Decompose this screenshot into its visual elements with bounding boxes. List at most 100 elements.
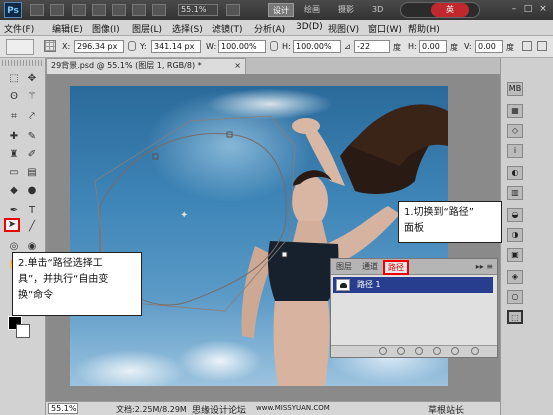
tab-layers[interactable]: 图层 [333, 261, 355, 274]
dodge-icon[interactable]: ● [24, 184, 40, 198]
menu-edit[interactable]: 编辑(E) [52, 22, 83, 35]
history-brush-icon[interactable]: ✐ [24, 148, 40, 162]
status-bar: 55.1% 文档:2.25M/8.29M 思缘设计论坛 www.MISSYUAN… [46, 401, 500, 415]
stroke-path-icon[interactable] [397, 347, 405, 355]
menu-view[interactable]: 视图(V) [328, 22, 359, 35]
close-button[interactable]: × [537, 4, 549, 15]
vskew-label: V: [464, 42, 472, 51]
eyedropper-icon[interactable]: ⤤ [24, 110, 40, 124]
blur-icon[interactable]: ◆ [6, 184, 22, 198]
guides-icon[interactable] [72, 4, 86, 16]
workspace-photography[interactable]: 摄影 [334, 3, 358, 17]
x-label: X: [62, 42, 71, 51]
workspace-3d[interactable]: 3D [368, 3, 387, 17]
horizontal-skew-input[interactable]: 0.00 [419, 40, 447, 53]
vertical-skew-input[interactable]: 0.00 [475, 40, 503, 53]
masks-icon[interactable]: ▣ [507, 248, 523, 262]
load-as-selection-icon[interactable] [415, 347, 423, 355]
menu-window[interactable]: 窗口(W) [368, 22, 402, 35]
path-row[interactable]: 路径 1 [333, 277, 493, 293]
fill-path-icon[interactable] [379, 347, 387, 355]
transform-center-icon[interactable]: ✦ [180, 210, 188, 221]
y-position-input[interactable]: 341.14 px [151, 40, 201, 53]
gradient-icon[interactable]: ▤ [24, 166, 40, 180]
close-document-icon[interactable]: × [234, 59, 241, 73]
transform-handle[interactable] [281, 251, 288, 258]
workspace-design[interactable]: 设计 [268, 3, 294, 17]
color-icon[interactable]: ◐ [507, 166, 523, 180]
move-icon[interactable]: ✥ [24, 72, 40, 86]
document-title: 29背景.psd @ 55.1% (图层 1, RGB/8) * [51, 61, 202, 70]
magic-wand-icon[interactable]: ⚚ [24, 90, 40, 104]
pen-icon[interactable]: ✒ [6, 204, 22, 218]
x-position-input[interactable]: 296.34 px [74, 40, 124, 53]
menu-3d[interactable]: 3D(D) [296, 22, 323, 32]
launch-bridge-icon[interactable] [30, 4, 44, 16]
tool-preset-picker[interactable] [6, 39, 34, 55]
cs-live-button[interactable]: 英 [400, 2, 480, 18]
menu-analysis[interactable]: 分析(A) [254, 22, 285, 35]
hand-tool-icon[interactable] [112, 4, 126, 16]
delete-path-icon[interactable] [471, 347, 479, 355]
height-scale-input[interactable]: 100.00% [293, 40, 341, 53]
swatches-icon[interactable]: ▥ [507, 186, 523, 200]
screen-mode-icon[interactable] [226, 4, 240, 16]
toolbox-grip[interactable] [2, 60, 44, 66]
vskew-unit: 度 [506, 43, 514, 52]
reference-point-icon[interactable] [44, 40, 56, 52]
mini-bridge-icon[interactable]: MB [507, 82, 523, 96]
document-tab[interactable]: 29背景.psd @ 55.1% (图层 1, RGB/8) * × [46, 58, 246, 74]
healing-brush-icon[interactable]: ✚ [6, 130, 22, 144]
marquee-icon[interactable]: ⬚ [6, 72, 22, 86]
layers-icon[interactable]: ◈ [507, 270, 523, 284]
arrange-documents-icon[interactable] [152, 4, 166, 16]
paths-icon[interactable]: ⬚ [507, 310, 523, 324]
document-size-info[interactable]: 文档:2.25M/8.29M [116, 404, 187, 415]
relative-position-icon[interactable] [128, 41, 136, 51]
type-icon[interactable]: T [24, 204, 40, 218]
background-color-swatch[interactable] [16, 324, 30, 338]
width-label: W: [206, 42, 217, 51]
maximize-button[interactable]: □ [522, 4, 534, 15]
adjustments-icon[interactable]: ◑ [507, 228, 523, 242]
brush-icon[interactable]: ✎ [24, 130, 40, 144]
workspace-painting[interactable]: 绘画 [300, 3, 324, 17]
y-label: Y: [140, 42, 147, 51]
height-label: H: [282, 42, 291, 51]
minimize-button[interactable]: – [508, 4, 520, 15]
tab-paths[interactable]: 路径 [383, 260, 409, 275]
launch-mini-bridge-icon[interactable] [50, 4, 64, 16]
transform-handle[interactable] [152, 153, 159, 160]
histogram-icon[interactable]: ▦ [507, 104, 523, 118]
menu-image[interactable]: 图像(I) [92, 22, 120, 35]
crop-icon[interactable]: ⌗ [6, 110, 22, 124]
menu-filter[interactable]: 滤镜(T) [212, 22, 243, 35]
menu-file[interactable]: 文件(F) [4, 22, 34, 35]
shape-icon[interactable]: ╱ [24, 220, 40, 234]
eraser-icon[interactable]: ▭ [6, 166, 22, 180]
zoom-level-field[interactable]: 55.1% [48, 403, 78, 414]
path-selection-icon[interactable]: ➤ [4, 218, 20, 232]
info-icon[interactable]: i [507, 144, 523, 158]
lasso-icon[interactable]: ʘ [6, 90, 22, 104]
clone-stamp-icon[interactable]: ♜ [6, 148, 22, 162]
rotate-view-icon[interactable] [132, 4, 146, 16]
styles-icon[interactable]: ◒ [507, 208, 523, 222]
zoom-level-select[interactable]: 55.1% [178, 4, 218, 16]
make-work-path-icon[interactable] [433, 347, 441, 355]
zoom-tool-icon[interactable] [92, 4, 106, 16]
panel-menu-icon[interactable]: ▸▸ ≡ [476, 262, 493, 271]
link-icon[interactable] [270, 41, 278, 51]
commit-icon[interactable] [537, 41, 547, 51]
tab-channels[interactable]: 通道 [359, 261, 381, 274]
menu-select[interactable]: 选择(S) [172, 22, 203, 35]
hskew-label: H: [408, 42, 417, 51]
width-scale-input[interactable]: 100.00% [218, 40, 266, 53]
new-path-icon[interactable] [451, 347, 459, 355]
menu-help[interactable]: 帮助(H) [408, 22, 440, 35]
navigator-icon[interactable]: ◇ [507, 124, 523, 138]
menu-layer[interactable]: 图层(L) [132, 22, 162, 35]
channels-icon[interactable]: ○ [507, 290, 523, 304]
rotate-angle-input[interactable]: -22 [354, 40, 390, 53]
warp-mode-icon[interactable] [522, 41, 532, 51]
